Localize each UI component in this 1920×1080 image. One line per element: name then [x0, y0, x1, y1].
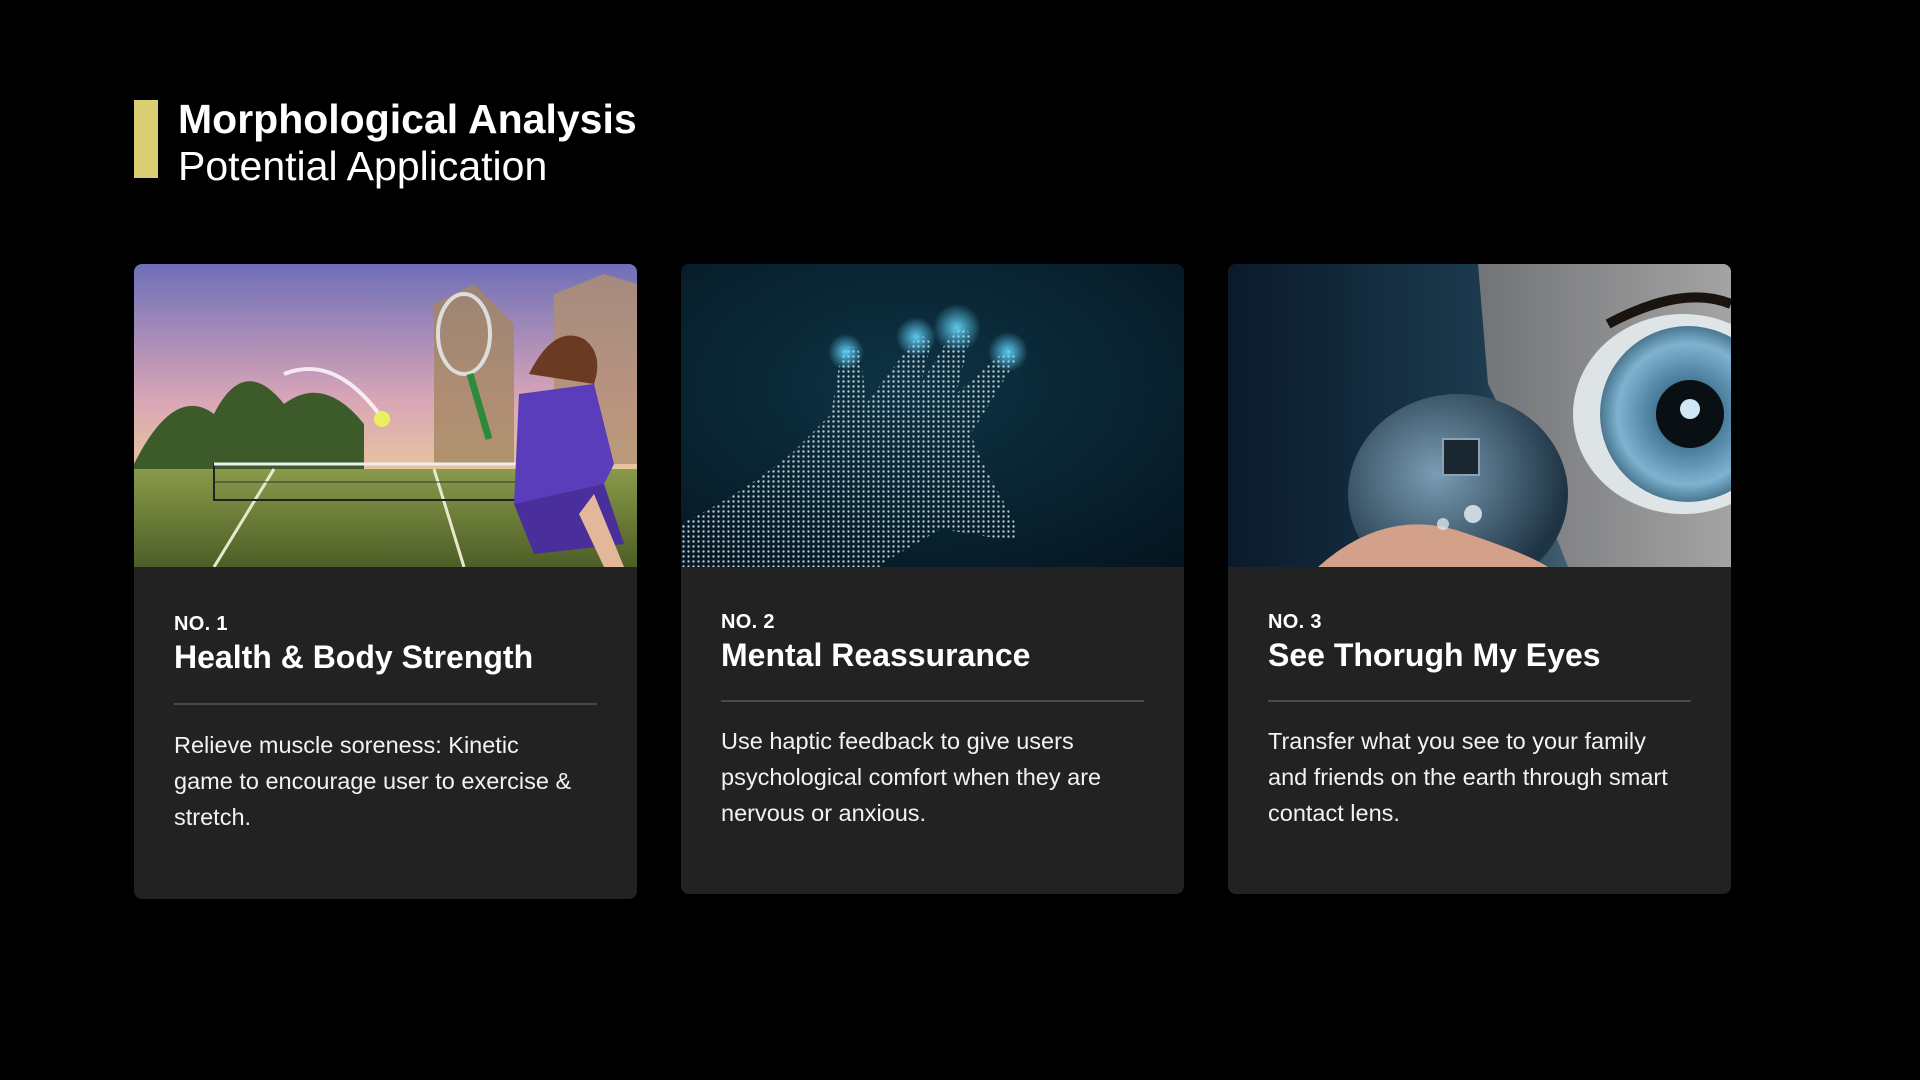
- card-title: Mental Reassurance: [721, 637, 1031, 673]
- card-title: Health & Body Strength: [174, 639, 534, 675]
- card-body: NO. 2 Mental Reassurance Use haptic feed…: [721, 567, 1144, 894]
- card-divider: [174, 703, 597, 705]
- application-card-3: NO. 3 See Thorugh My Eyes Transfer what …: [1228, 264, 1731, 894]
- application-card-2: NO. 2 Mental Reassurance Use haptic feed…: [681, 264, 1184, 894]
- card-description: Use haptic feedback to give users psycho…: [721, 728, 1102, 826]
- card-body: NO. 1 Health & Body Strength Relieve mus…: [174, 567, 597, 899]
- card-divider: [721, 700, 1144, 702]
- card-number: NO. 3: [1268, 611, 1322, 633]
- card-number: NO. 1: [174, 613, 228, 635]
- application-card-1: NO. 1 Health & Body Strength Relieve mus…: [134, 264, 637, 899]
- card-body: NO. 3 See Thorugh My Eyes Transfer what …: [1268, 567, 1691, 894]
- card-divider: [1268, 700, 1691, 702]
- tennis-game-image: [134, 264, 637, 567]
- smart-contact-lens-image: [1228, 264, 1731, 567]
- card-description: Relieve muscle soreness: Kinetic game to…: [174, 732, 572, 830]
- digital-hand-image: [681, 264, 1184, 567]
- slide-title: Morphological Analysis: [178, 96, 637, 142]
- accent-bar: [134, 100, 158, 178]
- card-description: Transfer what you see to your family and…: [1268, 728, 1668, 826]
- card-number: NO. 2: [721, 611, 775, 633]
- card-title: See Thorugh My Eyes: [1268, 637, 1601, 673]
- slide-subtitle: Potential Application: [178, 143, 548, 189]
